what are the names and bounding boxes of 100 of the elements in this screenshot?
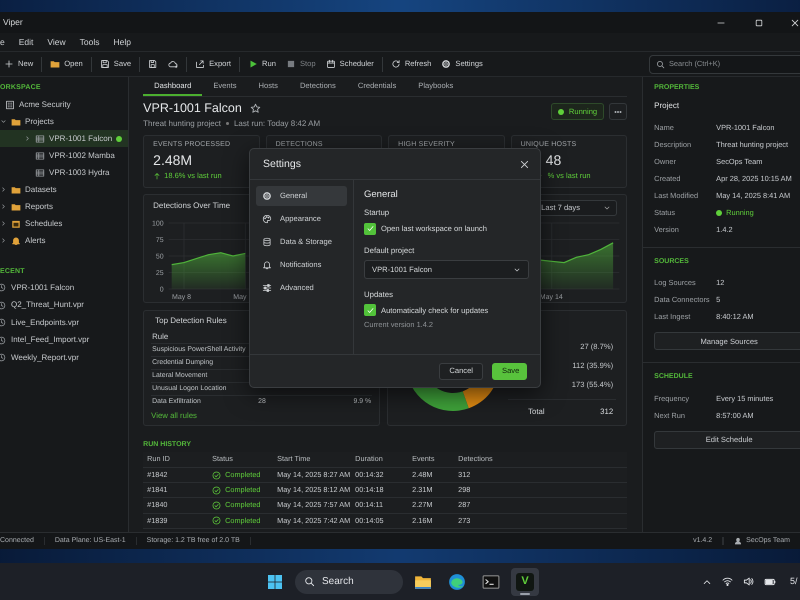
tree-item[interactable]: Projects [0, 113, 128, 130]
chart-title: Detections Over Time [153, 201, 230, 211]
windows-logo-icon [267, 574, 283, 590]
tree-item[interactable]: VPR-1003 Hydra [0, 164, 128, 182]
recent-item-label: Live_Endpoints.vpr [11, 318, 80, 328]
check-circle-icon [212, 516, 222, 526]
project-description: Threat hunting project [143, 119, 221, 129]
save-icon [100, 59, 110, 69]
table-icon [35, 134, 45, 144]
browser-icon [448, 572, 466, 590]
check-circle-icon [212, 486, 222, 495]
tree-item-label: Datasets [25, 185, 57, 195]
recent-item[interactable]: Live_Endpoints.vpr [0, 314, 128, 332]
checkbox[interactable] [364, 304, 376, 316]
bell-icon [262, 260, 272, 270]
chevron-right-icon [24, 135, 31, 142]
folder-icon [11, 184, 21, 195]
play-icon [248, 59, 258, 69]
settings-icon [441, 59, 452, 69]
window-title: Viper [3, 17, 23, 28]
subsection-heading: Project [654, 101, 680, 111]
status-dot [116, 136, 122, 142]
table-icon [35, 150, 45, 161]
tree-item-label: Acme Security [19, 100, 71, 110]
cloud-icon [168, 59, 178, 69]
search-icon [656, 60, 665, 68]
kpi-value: 2.48M [153, 152, 194, 170]
menu-item[interactable]: View [47, 36, 66, 48]
dialog-title: Settings [263, 158, 301, 170]
tree-item[interactable]: Acme Security [0, 96, 128, 114]
check-circle-icon [212, 470, 222, 480]
recent-item-label: Q2_Threat_Hunt.vpr [11, 300, 84, 310]
tree-item[interactable]: Alerts [0, 232, 128, 250]
tree-item-label: VPR-1003 Hydra [49, 168, 110, 178]
chevron-down-icon [603, 204, 612, 212]
menu-item[interactable]: Help [114, 36, 131, 48]
calendar-icon [11, 218, 21, 229]
close-icon [790, 18, 800, 28]
recent-item[interactable]: Weekly_Report.vpr [0, 348, 128, 366]
sliders-icon [262, 283, 272, 293]
clock-icon [0, 318, 6, 328]
recent-item-label: Weekly_Report.vpr [11, 352, 79, 362]
folder-icon [11, 202, 21, 212]
star-icon [250, 103, 261, 114]
chevron-right-icon [0, 186, 7, 194]
wifi-icon [722, 576, 733, 587]
tree-item-label: VPR-1001 Falcon [49, 134, 112, 144]
recent-item-label: VPR-1001 Falcon [11, 282, 74, 292]
recent-item[interactable]: Q2_Threat_Hunt.vpr [0, 296, 128, 314]
separator-dot [226, 122, 229, 126]
taskbar-search[interactable]: Search [295, 570, 403, 594]
project-title: VPR-1001 Falcon [143, 101, 242, 116]
terminal-icon [482, 572, 500, 590]
building-icon [5, 100, 15, 110]
stop-icon [286, 59, 296, 69]
tree-item-label: Projects [25, 117, 54, 127]
tree-item[interactable]: Reports [0, 198, 128, 216]
refresh-icon [390, 59, 401, 69]
bell-icon [11, 236, 21, 246]
tree-item[interactable]: VPR-1002 Mamba [0, 147, 128, 164]
tree-item-label: VPR-1002 Mamba [49, 151, 115, 161]
more-button[interactable] [609, 103, 628, 120]
clock-icon [0, 300, 6, 310]
volume-icon [743, 576, 754, 587]
export-icon [195, 59, 206, 69]
checkbox[interactable] [364, 222, 376, 235]
recent-item[interactable]: VPR-1001 Falcon [0, 278, 128, 296]
check-circle-icon [212, 501, 222, 510]
menu-item[interactable]: Tools [80, 36, 100, 48]
recent-item[interactable]: Intel_Feed_Import.vpr [0, 331, 128, 349]
folder-icon [11, 116, 21, 127]
star-button[interactable] [250, 103, 261, 114]
settings-icon [262, 191, 272, 201]
menu-item[interactable]: e [0, 36, 5, 48]
tree-item[interactable]: VPR-1001 Falcon [0, 130, 128, 148]
arrow-up-icon [153, 172, 162, 180]
last-run-text: Last run: Today 8:42 AM [234, 119, 320, 129]
calendar-icon [326, 59, 336, 69]
recent-item-label: Intel_Feed_Import.vpr [11, 335, 90, 345]
clock-icon [0, 283, 6, 292]
tree-item[interactable]: Schedules [0, 215, 128, 232]
user-icon [734, 536, 742, 545]
palette-icon [262, 214, 272, 224]
check-icon [366, 306, 374, 315]
chevron-down-icon [0, 118, 7, 126]
check-icon [366, 224, 374, 234]
kpi-value: 48 [546, 152, 562, 170]
menu-item[interactable]: Edit [18, 36, 34, 48]
chevron-right-icon [0, 220, 7, 228]
taskbar-app[interactable]: V [511, 568, 539, 596]
chevron-right-icon [0, 237, 7, 244]
clock-icon [0, 353, 6, 362]
tree-item[interactable]: Datasets [0, 181, 128, 198]
folder-icon [50, 59, 60, 69]
tree-item-label: Alerts [25, 236, 46, 246]
plus-icon [4, 59, 14, 69]
search-icon [304, 576, 315, 587]
tree-item-label: Reports [25, 202, 54, 212]
app-logo-icon: V [516, 572, 534, 590]
close-button[interactable] [519, 158, 530, 170]
